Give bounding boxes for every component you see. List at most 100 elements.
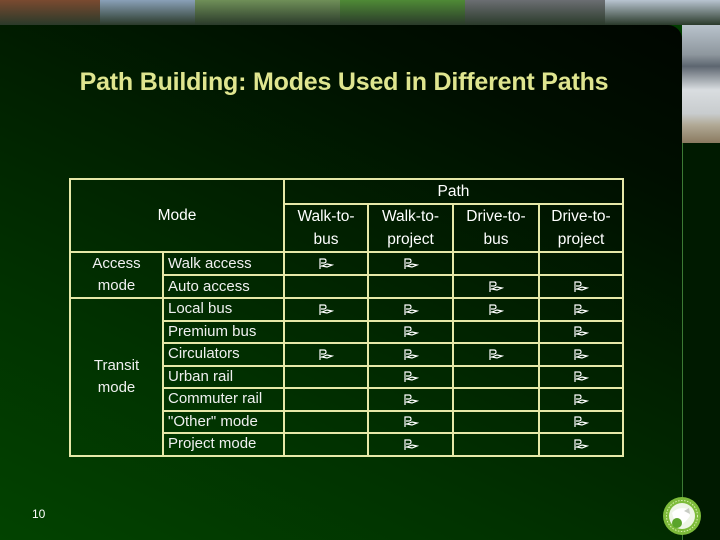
slide-title: Path Building: Modes Used in Different P… — [79, 68, 609, 96]
category-cell: Access mode — [69, 251, 164, 299]
checked-cell — [538, 342, 624, 367]
empty-cell — [452, 409, 540, 434]
empty-cell — [283, 319, 369, 344]
checked-cell — [283, 342, 369, 367]
checked-cell — [367, 297, 454, 322]
checked-cell — [367, 432, 454, 457]
check-flag-icon — [403, 326, 419, 338]
checked-cell — [367, 342, 454, 367]
mode-name-cell: Auto access — [162, 274, 285, 299]
photo-bike-trail — [340, 0, 465, 25]
empty-cell — [538, 251, 624, 276]
path-column-line1: Drive-to- — [551, 208, 611, 225]
check-flag-icon — [489, 304, 504, 315]
mode-name-cell: Local bus — [162, 297, 285, 322]
checked-cell — [538, 364, 624, 389]
mode-name-cell: Walk access — [162, 251, 285, 276]
checked-cell — [367, 251, 454, 276]
side-bar — [683, 143, 720, 540]
checked-cell — [538, 387, 624, 412]
category-cell: Transit mode — [69, 297, 164, 457]
checked-cell — [538, 274, 624, 299]
path-column-line1: Drive-to- — [466, 208, 526, 225]
path-column-line2: bus — [313, 231, 339, 248]
mode-name-cell: Premium bus — [162, 319, 285, 344]
modes-table: Mode Path Walk-to-bus Walk-to-project Driv… — [69, 178, 624, 457]
empty-cell — [452, 432, 540, 457]
check-flag-icon — [489, 349, 504, 360]
checked-cell — [452, 274, 540, 299]
empty-cell — [283, 274, 369, 299]
check-flag-icon — [574, 371, 589, 383]
empty-cell — [452, 387, 540, 412]
page-number: 10 — [32, 507, 46, 521]
category-label-line1: Transit — [93, 356, 140, 374]
mode-name-cell: "Other" mode — [162, 409, 285, 434]
path-column-line2: project — [557, 231, 605, 248]
empty-cell — [283, 364, 369, 389]
path-column-line1: Walk-to- — [381, 208, 440, 225]
path-column-header: Drive-to-project — [538, 203, 624, 253]
empty-cell — [452, 251, 540, 276]
check-flag-icon — [319, 304, 334, 315]
check-flag-icon — [403, 394, 419, 405]
path-column-header: Walk-to-project — [367, 203, 454, 253]
check-flag-icon — [403, 371, 419, 383]
checked-cell — [283, 251, 369, 276]
photo-airplane — [605, 0, 720, 25]
checked-cell — [367, 387, 454, 412]
mode-header: Mode — [69, 178, 285, 253]
check-flag-icon — [403, 258, 419, 270]
checked-cell — [538, 319, 624, 344]
mode-name-cell: Circulators — [162, 342, 285, 367]
checked-cell — [367, 409, 454, 434]
check-flag-icon — [574, 416, 589, 428]
check-flag-icon — [403, 416, 419, 428]
photo-railcars — [0, 0, 100, 25]
agency-seal-logo — [663, 497, 701, 535]
path-column-line2: bus — [483, 231, 509, 248]
empty-cell — [283, 432, 369, 457]
empty-cell — [283, 387, 369, 412]
empty-cell — [452, 364, 540, 389]
checked-cell — [367, 364, 454, 389]
header-photo-strip — [0, 0, 720, 25]
empty-cell — [283, 409, 369, 434]
path-header: Path — [283, 178, 624, 205]
check-flag-icon — [403, 304, 419, 315]
check-flag-icon — [574, 439, 589, 450]
check-flag-icon — [574, 394, 589, 405]
check-flag-icon — [489, 281, 504, 293]
table-row: Transit mode Local bus — [69, 297, 624, 457]
category-label-line2: mode — [97, 378, 136, 396]
category-label-line2: mode — [97, 277, 136, 294]
path-column-header: Walk-to-bus — [283, 203, 369, 253]
mode-name-cell: Commuter rail — [162, 387, 285, 412]
photo-highway — [195, 0, 340, 25]
path-column-line2: project — [387, 231, 434, 248]
check-flag-icon — [403, 439, 419, 450]
check-flag-icon — [574, 326, 589, 338]
table-row: Access mode Walk access — [69, 251, 624, 299]
check-flag-icon — [319, 349, 334, 360]
empty-cell — [452, 319, 540, 344]
mode-name-cell: Urban rail — [162, 364, 285, 389]
check-flag-icon — [403, 349, 419, 360]
check-flag-icon — [319, 258, 334, 270]
check-flag-icon — [574, 304, 589, 315]
path-column-header: Drive-to-bus — [452, 203, 540, 253]
checked-cell — [538, 432, 624, 457]
checked-cell — [538, 409, 624, 434]
photo-transit-station — [465, 0, 605, 25]
category-label-line1: Access — [92, 255, 141, 272]
mode-name-cell: Project mode — [162, 432, 285, 457]
empty-cell — [367, 274, 454, 299]
checked-cell — [283, 297, 369, 322]
checked-cell — [367, 319, 454, 344]
check-flag-icon — [574, 281, 589, 293]
checked-cell — [452, 297, 540, 322]
checked-cell — [452, 342, 540, 367]
checked-cell — [538, 297, 624, 322]
photo-truck — [100, 0, 195, 25]
check-flag-icon — [574, 349, 589, 360]
